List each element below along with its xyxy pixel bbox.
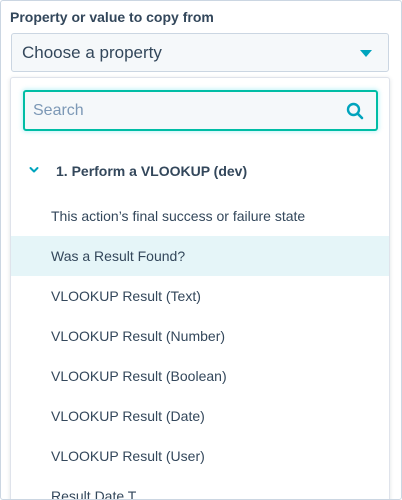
option-list: This action’s final success or failure s… (11, 196, 389, 499)
field-label: Property or value to copy from (10, 9, 214, 25)
property-dropdown: 1. Perform a VLOOKUP (dev) This action’s… (10, 77, 390, 499)
option-item[interactable]: VLOOKUP Result (User) (11, 436, 389, 476)
chevron-down-icon (29, 167, 39, 173)
option-item[interactable]: VLOOKUP Result (Number) (11, 316, 389, 356)
property-select-panel: Property or value to copy from Choose a … (0, 0, 402, 500)
search-icon[interactable] (346, 102, 364, 120)
option-item[interactable]: VLOOKUP Result (Date) (11, 396, 389, 436)
group-label: 1. Perform a VLOOKUP (dev) (56, 163, 248, 179)
option-item[interactable]: Was a Result Found? (11, 236, 389, 276)
select-value: Choose a property (22, 43, 162, 62)
option-item[interactable]: This action’s final success or failure s… (11, 196, 389, 236)
search-input[interactable] (33, 92, 333, 129)
option-item[interactable]: VLOOKUP Result (Boolean) (11, 356, 389, 396)
search-box (23, 90, 378, 131)
option-item[interactable]: Result Date T... (11, 476, 389, 499)
caret-down-icon (360, 50, 372, 57)
option-item[interactable]: VLOOKUP Result (Text) (11, 276, 389, 316)
group-header-perform-vlookup[interactable]: 1. Perform a VLOOKUP (dev) (11, 156, 389, 184)
property-select[interactable]: Choose a property (11, 33, 389, 72)
